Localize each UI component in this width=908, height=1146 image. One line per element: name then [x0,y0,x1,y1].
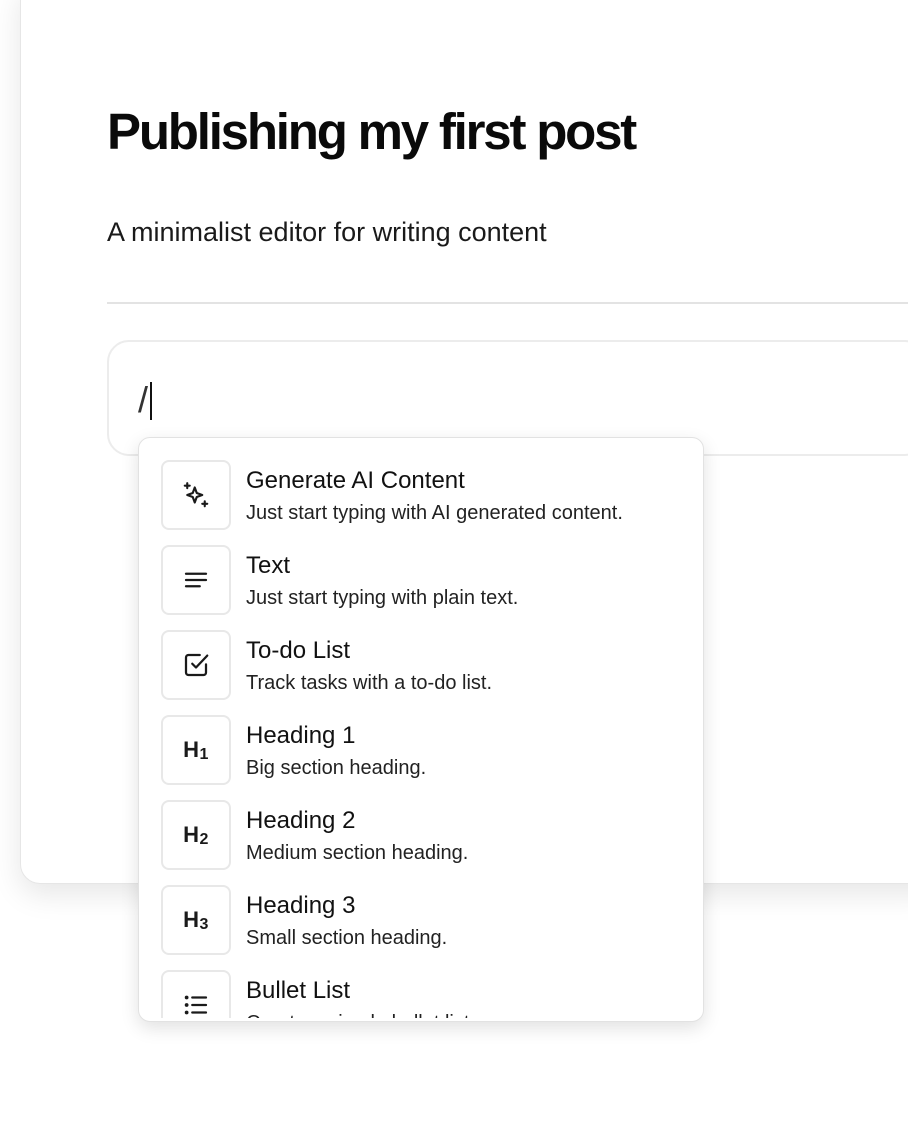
heading-glyph-level: 2 [199,830,209,848]
command-item-title: Heading 1 [246,722,356,749]
command-item-generate-ai[interactable]: Generate AI Content Just start typing wi… [139,438,703,530]
page-title[interactable]: Publishing my first post [107,102,637,162]
command-item-heading-1[interactable]: H1 Heading 1 Big section heading. [139,693,703,785]
command-item-text[interactable]: Text Just start typing with plain text. [139,523,703,615]
heading-3-icon: H3 [161,885,231,955]
page-description[interactable]: A minimalist editor for writing content [107,214,547,250]
command-item-title: Bullet List [246,977,351,1004]
command-list: Generate AI Content Just start typing wi… [139,438,703,1018]
slash-command-menu: Generate AI Content Just start typing wi… [138,437,704,1022]
command-item-title: Generate AI Content [246,467,465,494]
command-item-heading-2[interactable]: H2 Heading 2 Medium section heading. [139,778,703,870]
sparkles-icon [161,460,231,530]
checkbox-icon [161,630,231,700]
heading-2-icon: H2 [161,800,231,870]
command-item-heading-3[interactable]: H3 Heading 3 Small section heading. [139,863,703,955]
heading-glyph-level: 1 [199,745,209,763]
slash-command-text: / [138,379,149,420]
heading-glyph-level: 3 [199,915,209,933]
command-item-todo-list[interactable]: To-do List Track tasks with a to-do list… [139,608,703,700]
text-lines-icon [161,545,231,615]
divider [107,302,908,304]
command-item-title: Heading 3 [246,892,356,919]
command-item-title: To-do List [246,637,351,664]
command-item-description: Create a simple bullet list. [246,1010,475,1018]
command-item-title: Text [246,552,291,579]
heading-glyph-letter: H [183,821,200,847]
text-caret [150,382,152,420]
heading-glyph-letter: H [183,736,200,762]
heading-1-icon: H1 [161,715,231,785]
command-item-bullet-list[interactable]: Bullet List Create a simple bullet list. [139,948,703,1018]
bullet-list-icon [161,970,231,1018]
heading-glyph-letter: H [183,906,200,932]
command-item-title: Heading 2 [246,807,356,834]
